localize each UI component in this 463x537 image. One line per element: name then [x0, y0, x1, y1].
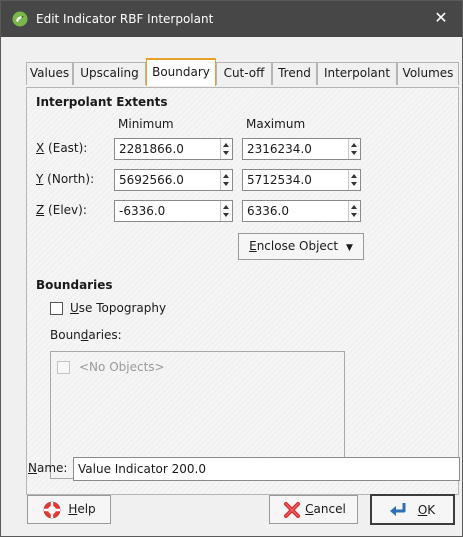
enter-arrow-icon: [390, 503, 406, 516]
x-min-value: 2281866.0: [119, 142, 184, 156]
maximum-column-label: Maximum: [246, 117, 306, 131]
z-min-value: -6336.0: [119, 204, 166, 218]
tab-label: Volumes: [402, 66, 454, 80]
y-max-value: 5712534.0: [247, 173, 312, 187]
spin-arrows-icon[interactable]: [348, 139, 360, 159]
enclose-object-button[interactable]: Enclose Object ▼: [238, 233, 364, 260]
tab-label: Values: [29, 66, 70, 80]
list-item-label: <No Objects>: [79, 360, 165, 374]
z-max-value: 6336.0: [247, 204, 289, 218]
z-min-spinbox[interactable]: -6336.0: [114, 200, 233, 222]
tab-interpolant[interactable]: Interpolant: [317, 62, 397, 85]
tab-values[interactable]: Values: [26, 62, 73, 85]
tab-label: Cut-off: [223, 66, 265, 80]
dialog-title: Edit Indicator RBF Interpolant: [36, 12, 214, 26]
boundaries-heading: Boundaries: [36, 278, 113, 292]
list-item: <No Objects>: [57, 360, 165, 374]
use-topography-label[interactable]: Use Topography: [70, 301, 166, 315]
name-value: Value Indicator 200.0: [78, 462, 206, 476]
spin-arrows-icon[interactable]: [348, 201, 360, 221]
spin-arrows-icon[interactable]: [220, 139, 232, 159]
tab-label: Boundary: [152, 65, 210, 79]
y-min-value: 5692566.0: [119, 173, 184, 187]
dialog-body: Values Upscaling Boundary Cut-off Trend …: [1, 37, 462, 536]
tab-cut-off[interactable]: Cut-off: [216, 62, 272, 85]
y-min-spinbox[interactable]: 5692566.0: [114, 169, 233, 191]
tab-label: Trend: [278, 66, 311, 80]
x-min-spinbox[interactable]: 2281866.0: [114, 138, 233, 160]
name-label: Name:: [28, 461, 68, 475]
y-north-label: Y (North):: [36, 172, 95, 186]
leapfrog-app-icon: [12, 11, 28, 27]
disabled-checkbox-icon: [57, 361, 70, 374]
close-icon[interactable]: ✕: [432, 9, 450, 27]
tab-trend[interactable]: Trend: [272, 62, 317, 85]
z-elev-label: Z (Elev):: [36, 203, 87, 217]
spin-arrows-icon[interactable]: [348, 170, 360, 190]
y-max-spinbox[interactable]: 5712534.0: [242, 169, 361, 191]
red-x-cancel-icon: [284, 502, 300, 518]
dialog-window: Edit Indicator RBF Interpolant ✕ Values …: [0, 0, 463, 537]
x-max-value: 2316234.0: [247, 142, 312, 156]
z-max-spinbox[interactable]: 6336.0: [242, 200, 361, 222]
ok-button[interactable]: OK: [370, 494, 455, 525]
spin-arrows-icon[interactable]: [220, 170, 232, 190]
dropdown-arrow-icon: ▼: [345, 243, 353, 253]
lifebuoy-help-icon: [43, 501, 61, 519]
tab-upscaling[interactable]: Upscaling: [73, 62, 146, 85]
cancel-button[interactable]: Cancel: [269, 495, 358, 524]
tab-boundary[interactable]: Boundary: [146, 58, 216, 86]
tab-label: Interpolant: [323, 66, 391, 80]
tab-volumes[interactable]: Volumes: [397, 62, 459, 85]
help-button[interactable]: Help: [27, 495, 111, 524]
boundaries-list-label: Boundaries:: [50, 328, 122, 342]
interpolant-extents-heading: Interpolant Extents: [36, 95, 168, 109]
minimum-column-label: Minimum: [118, 117, 174, 131]
x-max-spinbox[interactable]: 2316234.0: [242, 138, 361, 160]
name-field[interactable]: Value Indicator 200.0: [73, 457, 460, 481]
spin-arrows-icon[interactable]: [220, 201, 232, 221]
use-topography-checkbox[interactable]: [50, 302, 63, 315]
x-east-label: X (East):: [36, 141, 88, 155]
title-bar[interactable]: Edit Indicator RBF Interpolant ✕: [1, 1, 462, 37]
boundary-panel: Interpolant Extents Minimum Maximum X (E…: [26, 87, 459, 495]
tab-label: Upscaling: [80, 66, 139, 80]
